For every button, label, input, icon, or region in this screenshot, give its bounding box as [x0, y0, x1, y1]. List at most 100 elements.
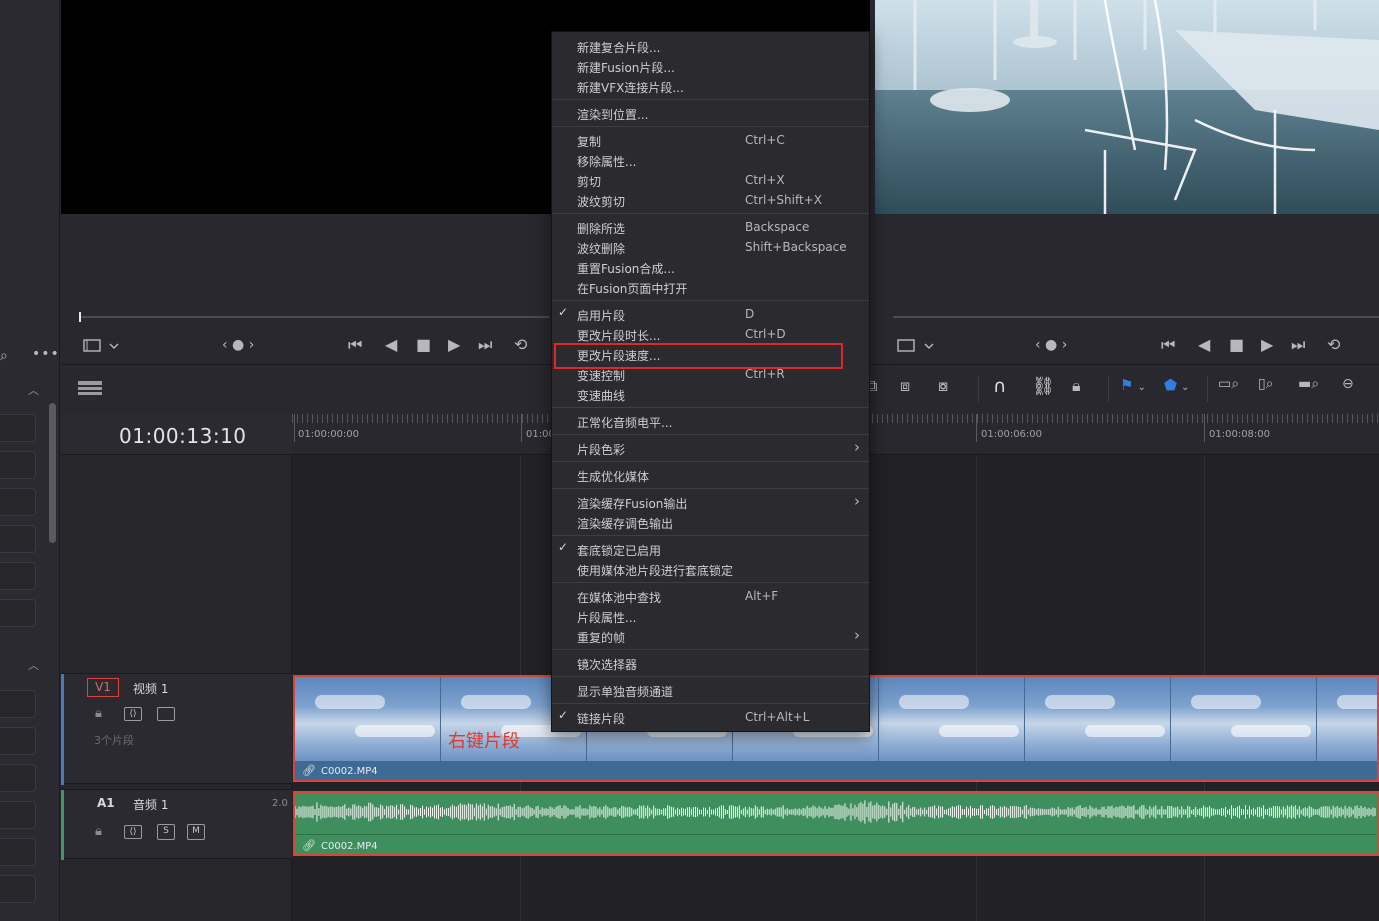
- zoom-full-icon[interactable]: ▭⌕: [1218, 376, 1244, 398]
- lock-track-icon[interactable]: 🔒︎: [95, 706, 102, 721]
- menu-item-label: 新建VFX连接片段...: [577, 81, 684, 95]
- menu-item[interactable]: 新建复合片段...: [552, 36, 869, 56]
- menu-item[interactable]: 波纹剪切 Ctrl+Shift+X: [552, 190, 869, 210]
- ruler-major-tick: [521, 414, 522, 442]
- menu-item[interactable]: 移除属性...: [552, 150, 869, 170]
- panel-slot[interactable]: [0, 451, 36, 479]
- panel-slot[interactable]: [0, 599, 36, 627]
- ruler-label: 01:00:00:00: [298, 429, 360, 440]
- menu-item[interactable]: 渲染缓存调色输出: [552, 512, 869, 532]
- menu-item[interactable]: 渲染到位置...: [552, 103, 869, 123]
- play-icon[interactable]: ▶: [448, 336, 460, 354]
- stop-icon[interactable]: ■: [416, 336, 431, 354]
- menu-item[interactable]: 片段属性...: [552, 606, 869, 626]
- menu-item[interactable]: 镜次选择器: [552, 653, 869, 673]
- auto-select-icon[interactable]: ⟨⟩: [124, 825, 142, 839]
- track-destination-v1[interactable]: V1: [87, 678, 119, 697]
- panel-slot[interactable]: [0, 801, 36, 829]
- menu-item[interactable]: 新建VFX连接片段...: [552, 76, 869, 96]
- menu-item[interactable]: 渲染缓存Fusion输出 ›: [552, 492, 869, 512]
- panel-slot[interactable]: [0, 838, 36, 866]
- go-to-start-icon[interactable]: ⏮: [1161, 336, 1175, 354]
- linked-selection-icon[interactable]: ⛓: [1032, 376, 1058, 398]
- left-panel-scrollbar[interactable]: [49, 403, 56, 543]
- menu-item[interactable]: 复制 Ctrl+C: [552, 130, 869, 150]
- menu-item[interactable]: ✓ 启用片段 D: [552, 304, 869, 324]
- lock-track-icon[interactable]: 🔒︎: [95, 824, 102, 839]
- menu-item[interactable]: 使用媒体池片段进行套底锁定: [552, 559, 869, 579]
- timeline-nav[interactable]: ‹ ● ›: [1035, 336, 1067, 354]
- timeline-viewer-image[interactable]: [875, 0, 1379, 214]
- loop-icon[interactable]: ⟲: [1327, 336, 1340, 354]
- timeline-view-options-icon[interactable]: [897, 336, 937, 354]
- menu-item[interactable]: 片段色彩 ›: [552, 438, 869, 458]
- menu-separator: [552, 488, 869, 489]
- panel-slot[interactable]: [0, 525, 36, 553]
- menu-item[interactable]: 生成优化媒体: [552, 465, 869, 485]
- mute-button[interactable]: M: [187, 824, 205, 840]
- clip-view-options-icon[interactable]: [83, 336, 119, 354]
- track-output-icon[interactable]: [157, 707, 175, 721]
- audio-track-name[interactable]: 音频 1: [133, 796, 168, 813]
- loop-icon[interactable]: ⟲: [514, 336, 527, 354]
- more-options-icon[interactable]: •••: [32, 346, 60, 362]
- collapse-up-icon[interactable]: ︿: [28, 657, 39, 673]
- source-scrubber[interactable]: [79, 316, 549, 318]
- menu-item[interactable]: 剪切 Ctrl+X: [552, 170, 869, 190]
- menu-item-label: 变速控制: [577, 369, 626, 383]
- auto-select-icon[interactable]: ⟨⟩: [124, 707, 142, 721]
- menu-item[interactable]: 在Fusion页面中打开: [552, 277, 869, 297]
- checkmark-icon: ✓: [558, 305, 569, 319]
- play-reverse-icon[interactable]: ◀: [1198, 336, 1210, 354]
- zoom-detail-icon[interactable]: ▯⌕: [1258, 376, 1284, 398]
- position-lock-icon[interactable]: 🔒︎: [1072, 376, 1098, 398]
- marker-icon[interactable]: ⬟ ⌄: [1164, 376, 1190, 398]
- video-track-header[interactable]: V1 视频 1 🔒︎ ⟨⟩ 3个片段: [61, 673, 292, 785]
- go-to-end-icon[interactable]: ⏭: [1291, 336, 1305, 354]
- menu-item[interactable]: ✓ 套底锁定已启用: [552, 539, 869, 559]
- snapping-magnet-icon[interactable]: ∩: [993, 376, 1019, 398]
- search-icon[interactable]: ⌕: [0, 348, 8, 364]
- replace-clip-icon[interactable]: ⧈: [900, 376, 926, 398]
- panel-slot[interactable]: [0, 488, 36, 516]
- menu-item[interactable]: ✓ 链接片段 Ctrl+Alt+L: [552, 707, 869, 727]
- panel-slot[interactable]: [0, 727, 36, 755]
- audio-clip[interactable]: 🔗︎ C0002.MP4: [293, 791, 1379, 856]
- audio-track-header[interactable]: A1 音频 1 2.0 🔒︎ ⟨⟩ S M: [61, 789, 292, 860]
- place-on-top-icon[interactable]: ⧇: [938, 376, 964, 398]
- source-playhead[interactable]: [79, 312, 81, 322]
- collapse-up-icon[interactable]: ︿: [28, 382, 39, 398]
- menu-item[interactable]: 新建Fusion片段...: [552, 56, 869, 76]
- menu-item[interactable]: 正常化音频电平...: [552, 411, 869, 431]
- menu-item[interactable]: 变速曲线: [552, 384, 869, 404]
- source-nav[interactable]: ‹ ● ›: [222, 336, 254, 354]
- menu-item[interactable]: 波纹删除 Shift+Backspace: [552, 237, 869, 257]
- menu-item[interactable]: 显示单独音频通道: [552, 680, 869, 700]
- video-track-name[interactable]: 视频 1: [133, 680, 168, 697]
- menu-item[interactable]: 重置Fusion合成...: [552, 257, 869, 277]
- track-destination-a1[interactable]: A1: [97, 796, 115, 810]
- go-to-start-icon[interactable]: ⏮: [348, 336, 362, 354]
- flag-icon[interactable]: ⚑ ⌄: [1120, 376, 1146, 398]
- solo-button[interactable]: S: [157, 824, 175, 840]
- timeline-scrubber[interactable]: [893, 316, 1379, 318]
- panel-slot[interactable]: [0, 875, 36, 903]
- play-reverse-icon[interactable]: ◀: [385, 336, 397, 354]
- timeline-timecode[interactable]: 01:00:13:10: [119, 424, 247, 448]
- stop-icon[interactable]: ■: [1229, 336, 1244, 354]
- panel-slot[interactable]: [0, 562, 36, 590]
- play-icon[interactable]: ▶: [1261, 336, 1273, 354]
- panel-slot[interactable]: [0, 690, 36, 718]
- menu-item-label: 生成优化媒体: [577, 470, 650, 484]
- go-to-end-icon[interactable]: ⏭: [478, 336, 492, 354]
- menu-separator: [552, 213, 869, 214]
- panel-slot[interactable]: [0, 764, 36, 792]
- menu-item[interactable]: 更改片段时长... Ctrl+D: [552, 324, 869, 344]
- zoom-out-icon[interactable]: ⊖: [1342, 376, 1368, 398]
- zoom-custom-icon[interactable]: ▬⌕: [1298, 376, 1324, 398]
- menu-item[interactable]: 在媒体池中查找 Alt+F: [552, 586, 869, 606]
- menu-item[interactable]: 重复的帧 ›: [552, 626, 869, 646]
- panel-slot[interactable]: [0, 414, 36, 442]
- timeline-view-options-icon[interactable]: [77, 376, 103, 398]
- menu-item[interactable]: 删除所选 Backspace: [552, 217, 869, 237]
